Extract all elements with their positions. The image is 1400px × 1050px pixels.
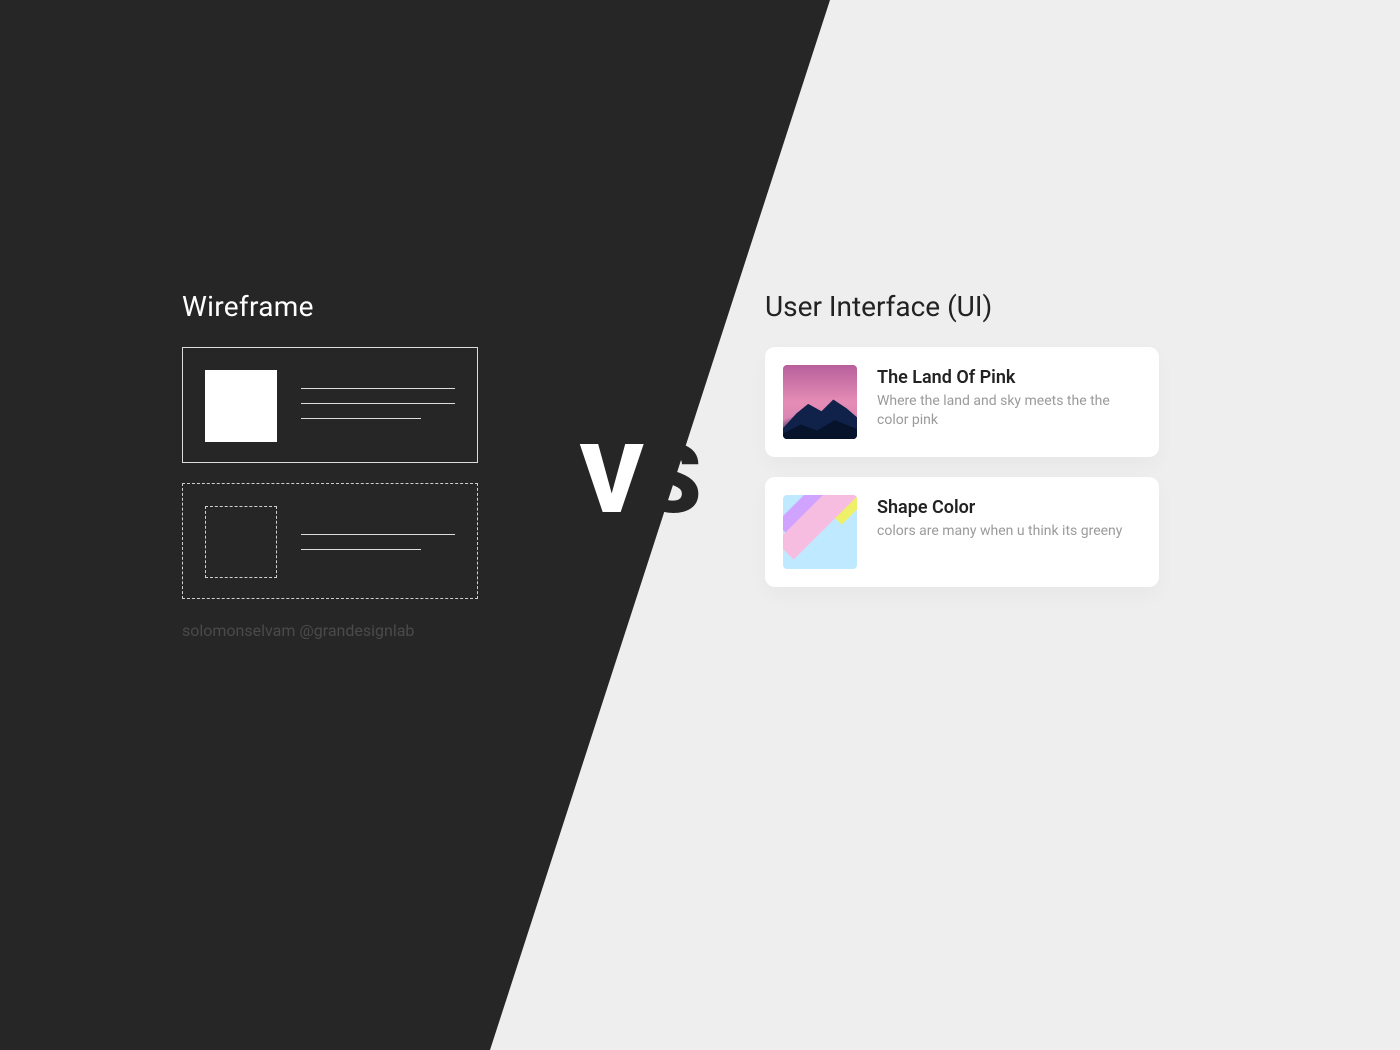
- wireframe-thumb-placeholder: [205, 370, 277, 442]
- vs-label: VS: [580, 432, 700, 528]
- ui-title: User Interface (UI): [765, 290, 1185, 323]
- ui-card-body: Shape Color colors are many when u think…: [877, 495, 1141, 569]
- wireframe-title: Wireframe: [182, 290, 602, 323]
- credit-text: solomonselvam @grandesignlab: [182, 621, 602, 640]
- ui-card: Shape Color colors are many when u think…: [765, 477, 1159, 587]
- vs-s: S: [641, 424, 699, 536]
- ui-card-description: Where the land and sky meets the the col…: [877, 392, 1141, 430]
- thumbnail-shape-color: [783, 495, 857, 569]
- wireframe-line: [301, 418, 421, 419]
- wireframe-thumb-dashed: [205, 506, 277, 578]
- wireframe-line: [301, 534, 455, 535]
- vs-v: V: [580, 424, 641, 536]
- thumbnail-landscape-pink: [783, 365, 857, 439]
- wireframe-text-lines: [301, 534, 455, 564]
- wireframe-panel: Wireframe solomonselvam @grandesignlab: [182, 290, 602, 640]
- ui-card-title: The Land Of Pink: [877, 367, 1141, 388]
- wireframe-line: [301, 549, 421, 550]
- ui-card-thumbnail: [783, 495, 857, 569]
- ui-card: The Land Of Pink Where the land and sky …: [765, 347, 1159, 457]
- ui-panel: User Interface (UI) The Land Of Pink Whe…: [765, 290, 1185, 607]
- wireframe-line: [301, 388, 455, 389]
- wireframe-card-solid: [182, 347, 478, 463]
- ui-card-thumbnail: [783, 365, 857, 439]
- wireframe-line: [301, 403, 455, 404]
- ui-card-description: colors are many when u think its greeny: [877, 522, 1141, 541]
- ui-card-body: The Land Of Pink Where the land and sky …: [877, 365, 1141, 439]
- wireframe-card-dashed: [182, 483, 478, 599]
- ui-card-title: Shape Color: [877, 497, 1141, 518]
- wireframe-text-lines: [301, 388, 455, 433]
- stage: Wireframe solomonselvam @grandesignlab V…: [0, 0, 1400, 1050]
